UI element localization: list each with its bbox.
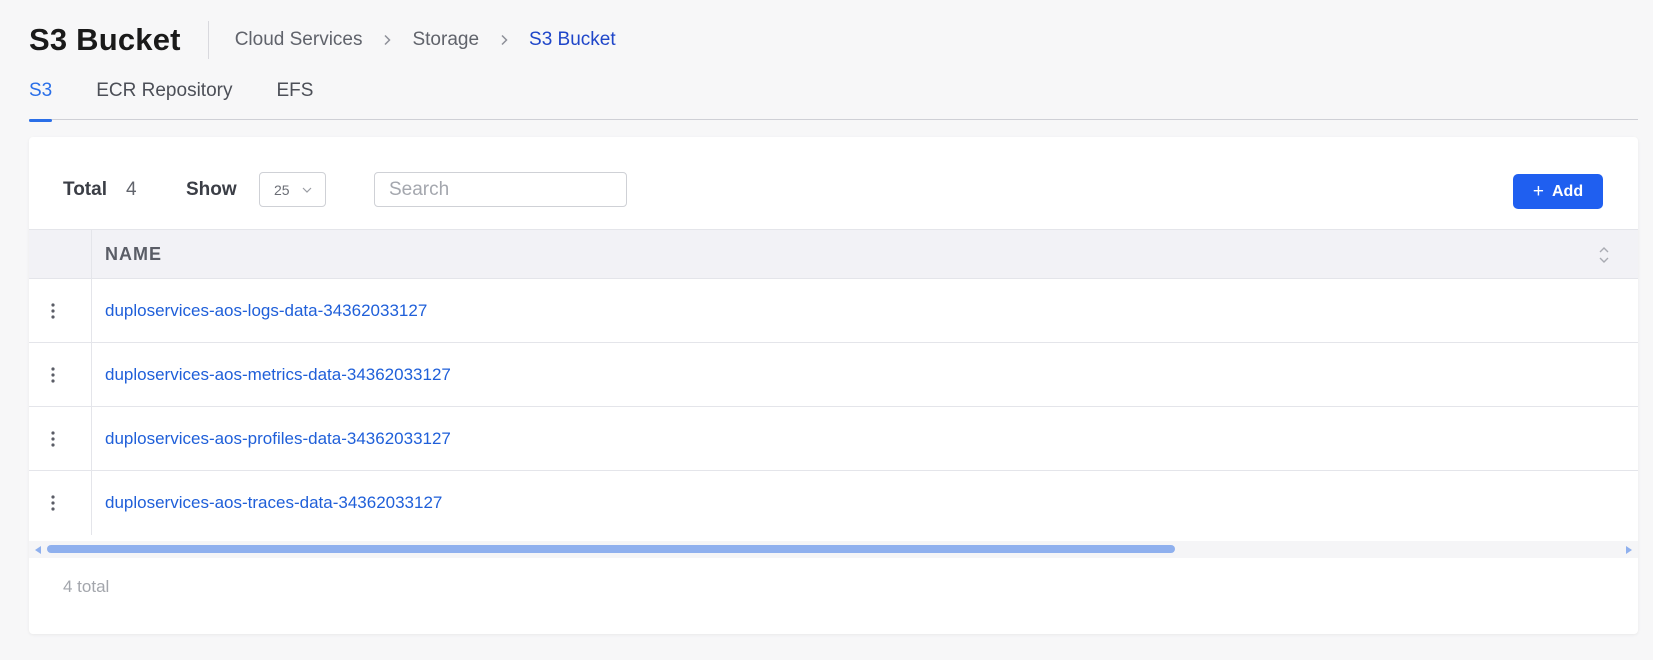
chevron-right-icon xyxy=(382,34,392,46)
table-toolbar: Total 4 Show 25 + Add xyxy=(29,137,1638,229)
page-header: S3 Bucket Cloud Services Storage S3 Buck… xyxy=(29,18,616,62)
chevron-right-icon xyxy=(499,34,509,46)
sort-icon[interactable] xyxy=(1598,245,1610,265)
scroll-right-icon[interactable] xyxy=(1625,545,1633,555)
total-count: 4 xyxy=(126,179,137,200)
bucket-name-link[interactable]: duploservices-aos-traces-data-3436203312… xyxy=(92,471,442,535)
bucket-list-card: Total 4 Show 25 + Add NAME duploservices… xyxy=(29,137,1638,634)
buckets-table: NAME duploservices-aos-logs-data-3436203… xyxy=(29,229,1638,535)
show-label: Show xyxy=(186,179,237,200)
breadcrumb-cloud-services[interactable]: Cloud Services xyxy=(235,29,363,51)
bucket-name-link[interactable]: duploservices-aos-logs-data-34362033127 xyxy=(92,279,427,342)
breadcrumb: Cloud Services Storage S3 Bucket xyxy=(235,29,616,51)
tab-ecr-repository[interactable]: ECR Repository xyxy=(96,74,232,120)
table-row: duploservices-aos-traces-data-3436203312… xyxy=(29,471,1638,535)
bucket-name-link[interactable]: duploservices-aos-profiles-data-34362033… xyxy=(92,407,451,470)
scroll-left-icon[interactable] xyxy=(34,545,42,555)
row-actions-cell xyxy=(29,279,92,342)
page-size-select[interactable]: 25 xyxy=(259,172,326,207)
more-vertical-icon[interactable] xyxy=(50,367,56,383)
breadcrumb-storage[interactable]: Storage xyxy=(412,29,479,51)
tab-s3[interactable]: S3 xyxy=(29,74,53,122)
row-actions-cell xyxy=(29,407,92,470)
footer-total-count: 4 total xyxy=(63,577,110,596)
plus-icon: + xyxy=(1532,181,1544,202)
column-header-name[interactable]: NAME xyxy=(92,230,162,278)
page-title: S3 Bucket xyxy=(29,22,181,57)
tab-efs[interactable]: EFS xyxy=(276,74,313,120)
title-divider xyxy=(207,21,209,59)
more-vertical-icon[interactable] xyxy=(50,495,56,511)
more-vertical-icon[interactable] xyxy=(50,303,56,319)
tab-bar: S3 ECR Repository EFS xyxy=(29,74,1638,122)
total-label: Total xyxy=(63,179,107,200)
scrollbar-thumb[interactable] xyxy=(47,545,1175,553)
horizontal-scrollbar[interactable] xyxy=(29,541,1638,558)
action-column-header xyxy=(29,230,92,278)
table-row: duploservices-aos-profiles-data-34362033… xyxy=(29,407,1638,471)
table-row: duploservices-aos-logs-data-34362033127 xyxy=(29,279,1638,343)
table-header: NAME xyxy=(29,229,1638,279)
add-button[interactable]: + Add xyxy=(1513,174,1603,209)
chevron-down-icon xyxy=(302,187,312,193)
row-actions-cell xyxy=(29,471,92,535)
breadcrumb-s3-bucket[interactable]: S3 Bucket xyxy=(529,29,616,51)
more-vertical-icon[interactable] xyxy=(50,431,56,447)
table-row: duploservices-aos-metrics-data-343620331… xyxy=(29,343,1638,407)
row-actions-cell xyxy=(29,343,92,406)
bucket-name-link[interactable]: duploservices-aos-metrics-data-343620331… xyxy=(92,343,451,406)
page-size-value: 25 xyxy=(274,181,290,198)
add-button-label: Add xyxy=(1552,182,1584,200)
search-input[interactable] xyxy=(374,172,627,207)
